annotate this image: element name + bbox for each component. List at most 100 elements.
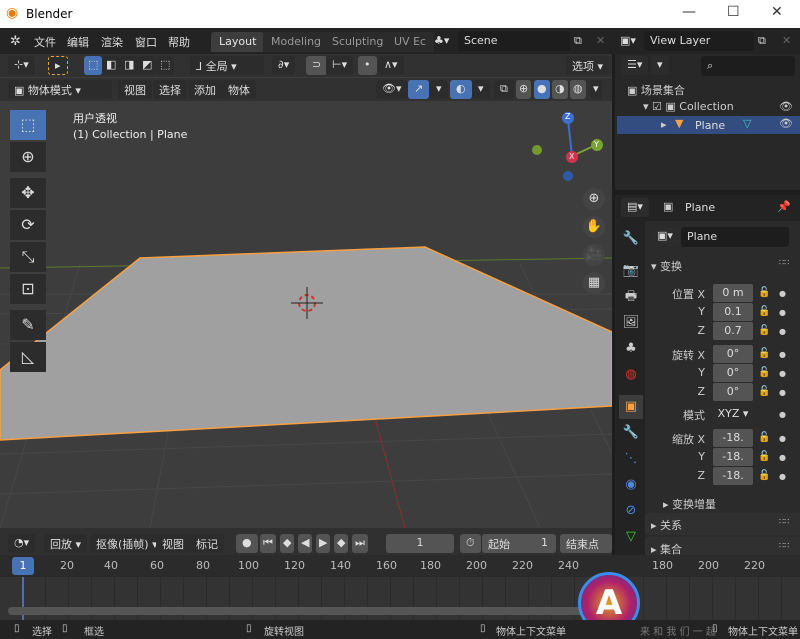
rotate-tool-icon[interactable]: ⟳: [10, 210, 46, 240]
annotate-tool-icon[interactable]: ✎: [10, 310, 46, 340]
tab-modeling[interactable]: Modeling: [263, 32, 330, 52]
record-button-icon[interactable]: ●: [236, 534, 258, 553]
rotation-x-field[interactable]: 0°: [713, 345, 753, 363]
select-mode-extend-icon[interactable]: ◧: [102, 56, 121, 75]
gizmo-dropdown-icon[interactable]: ▾: [430, 80, 448, 99]
menu-add[interactable]: 添加: [188, 80, 222, 99]
pivot-point-icon[interactable]: ∂▾: [272, 56, 296, 75]
start-frame-field[interactable]: 起始 1: [482, 534, 556, 553]
keyframe-dot-icon[interactable]: ●: [779, 410, 786, 419]
menu-window[interactable]: 窗口: [135, 34, 157, 50]
move-tool-icon[interactable]: ✥: [10, 178, 46, 208]
timeline-ruler[interactable]: 1 20 40 60 80 100 120 140 160 180 200 22…: [0, 555, 800, 577]
shading-dropdown-icon[interactable]: ▾: [590, 80, 602, 99]
tab-uv-editing[interactable]: UV Ec: [386, 32, 435, 52]
end-frame-field[interactable]: 结束点: [560, 534, 612, 553]
current-frame-field[interactable]: 1: [386, 534, 454, 553]
maximize-button[interactable]: ☐: [727, 4, 740, 20]
tool-tab-icon[interactable]: 🔧: [619, 227, 643, 251]
close-button[interactable]: ✕: [771, 4, 783, 20]
jump-start-icon[interactable]: ⏮: [260, 534, 276, 553]
menu-view[interactable]: 视图: [118, 80, 152, 99]
menu-help[interactable]: 帮助: [168, 34, 190, 50]
pan-view-icon[interactable]: ✋: [583, 216, 605, 238]
eye-icon[interactable]: 👁: [779, 100, 793, 113]
delta-transform-subpanel[interactable]: ▸ 变换增量: [663, 496, 716, 512]
location-z-field[interactable]: 0.7: [713, 322, 753, 340]
gizmo-y-label[interactable]: Y: [594, 140, 599, 149]
render-tab-icon[interactable]: 📷: [619, 259, 643, 283]
location-y-field[interactable]: 0.1: [713, 303, 753, 321]
select-mode-intersect-icon[interactable]: ⬚: [156, 56, 175, 75]
keyframe-dot-icon[interactable]: ●: [779, 350, 786, 359]
keyframe-dot-icon[interactable]: ●: [779, 308, 786, 317]
visibility-icon[interactable]: 👁▾: [376, 80, 408, 99]
menu-edit[interactable]: 编辑: [67, 34, 89, 50]
keyframe-dot-icon[interactable]: ●: [779, 327, 786, 336]
transform-orientation-dropdown[interactable]: ⅃ 全局 ▾: [190, 56, 264, 75]
mesh-data-tab-icon[interactable]: ▽: [619, 525, 643, 549]
zoom-view-icon[interactable]: ⊕: [583, 188, 605, 210]
lock-icon[interactable]: 🔓: [758, 470, 770, 481]
tab-sculpting[interactable]: Sculpting: [324, 32, 392, 52]
expand-icon[interactable]: ▾: [643, 100, 652, 113]
transform-pivot-icon[interactable]: ⊹▾: [8, 56, 35, 75]
timeline-editor-type-icon[interactable]: ◔▾: [8, 534, 36, 553]
transform-panel-header[interactable]: ▾ 变换: [651, 258, 682, 274]
new-scene-icon[interactable]: ⧉: [574, 34, 582, 48]
overlay-dropdown-icon[interactable]: ▾: [472, 80, 490, 99]
next-keyframe-icon[interactable]: ◆: [334, 534, 349, 553]
delete-scene-icon[interactable]: ✕: [596, 34, 605, 47]
xray-toggle-icon[interactable]: ⧉: [494, 80, 514, 99]
location-x-field[interactable]: 0 m: [713, 284, 753, 302]
select-tool-icon[interactable]: ▸: [48, 56, 68, 75]
relations-panel-header[interactable]: ▸ 关系 ∷∷: [645, 513, 800, 535]
new-view-layer-icon[interactable]: ⧉: [758, 34, 766, 48]
prev-keyframe-icon[interactable]: ◆: [280, 534, 295, 553]
collection-row[interactable]: ▾ ☑ ▣ Collection: [643, 100, 734, 113]
falloff-icon[interactable]: ∧▾: [378, 56, 404, 75]
transform-tool-icon[interactable]: ⊡: [10, 274, 46, 304]
keyframe-dot-icon[interactable]: ●: [779, 453, 786, 462]
tab-layout[interactable]: Layout: [211, 32, 265, 52]
playback-menu[interactable]: 回放 ▾: [44, 534, 88, 553]
scale-y-field[interactable]: -18.: [713, 448, 753, 466]
select-box-tool[interactable]: ⬚: [10, 110, 46, 140]
outliner-row-plane[interactable]: ▸ ▼ Plane ▽ 👁: [617, 116, 800, 134]
perspective-toggle-icon[interactable]: ▦: [583, 272, 605, 294]
filter-icon[interactable]: ▾: [651, 56, 669, 75]
wireframe-shading-icon[interactable]: ⊕: [516, 80, 532, 99]
camera-view-icon[interactable]: 🎥: [583, 244, 605, 266]
gizmo-toggle-icon[interactable]: ↗: [408, 80, 430, 99]
cursor-tool-icon[interactable]: ⊕: [10, 142, 46, 172]
rotation-mode-dropdown[interactable]: XYZ ▾: [713, 405, 753, 423]
data-type-icon[interactable]: ▣▾: [651, 227, 679, 246]
select-mode-subtract-icon[interactable]: ◨: [120, 56, 139, 75]
scene-icon[interactable]: ♣▾: [434, 34, 449, 47]
lock-icon[interactable]: 🔓: [758, 367, 770, 378]
lock-icon[interactable]: 🔓: [758, 451, 770, 462]
proportional-edit-icon[interactable]: •: [358, 56, 377, 75]
timeline-view-menu[interactable]: 视图: [156, 534, 190, 553]
lock-icon[interactable]: 🔓: [758, 386, 770, 397]
lock-icon[interactable]: 🔓: [758, 287, 770, 298]
lock-icon[interactable]: 🔓: [758, 432, 770, 443]
object-name-field[interactable]: Plane: [681, 227, 789, 247]
eye-icon[interactable]: 👁: [779, 117, 793, 130]
minimize-button[interactable]: —: [682, 4, 696, 20]
keyframe-dot-icon[interactable]: ●: [779, 434, 786, 443]
delete-view-layer-icon[interactable]: ✕: [782, 34, 791, 47]
menu-render[interactable]: 渲染: [101, 34, 123, 50]
gizmo-z-label[interactable]: Z: [565, 112, 570, 121]
drag-handle-icon[interactable]: ∷∷: [779, 258, 789, 267]
preview-range-icon[interactable]: ⏱: [460, 534, 481, 553]
keyframe-dot-icon[interactable]: ●: [779, 388, 786, 397]
rotation-y-field[interactable]: 0°: [713, 364, 753, 382]
pin-icon[interactable]: 📌: [777, 200, 791, 213]
keyframe-dot-icon[interactable]: ●: [779, 472, 786, 481]
rendered-shading-icon[interactable]: ◍: [570, 80, 586, 99]
overlay-toggle-icon[interactable]: ◐: [450, 80, 472, 99]
properties-editor-type-icon[interactable]: ▤▾: [621, 198, 649, 217]
menu-object[interactable]: 物体: [222, 80, 256, 99]
checkbox-icon[interactable]: ☑ ▣: [652, 100, 679, 113]
